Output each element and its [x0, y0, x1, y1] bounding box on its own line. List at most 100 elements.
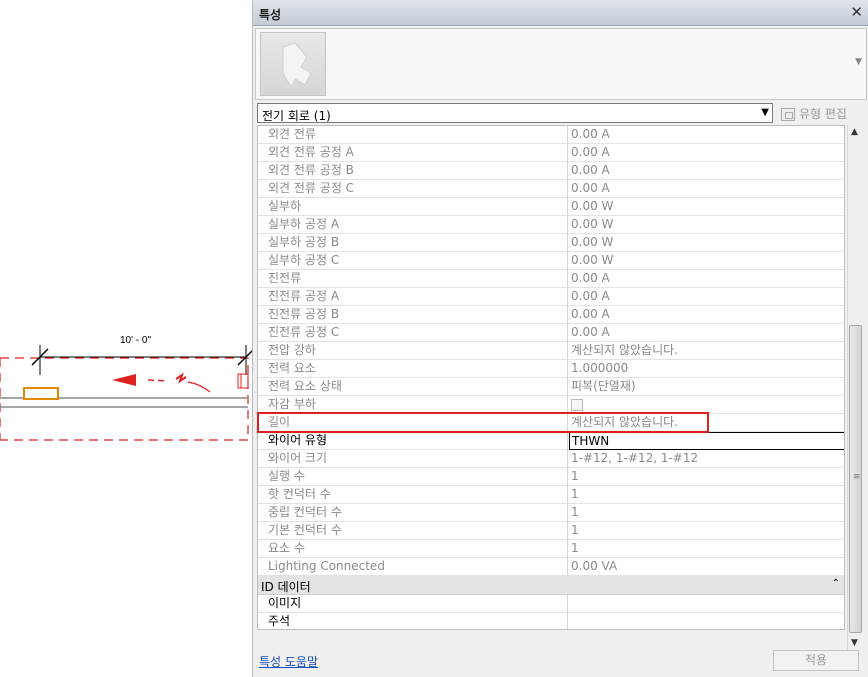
property-name: 진전류 공정 A: [258, 288, 568, 306]
property-row[interactable]: 자감 부하: [258, 396, 844, 414]
property-value: 0.00 A: [571, 289, 610, 303]
family-icon: [282, 42, 312, 89]
property-row[interactable]: 외견 전류 공정 B 0.00 A: [258, 162, 844, 180]
property-value: 계산되지 않았습니다.: [571, 343, 678, 357]
property-checkbox-cell: [569, 396, 844, 414]
property-value: 1.000000: [571, 361, 629, 375]
property-value: 0.00 A: [571, 325, 610, 339]
vertical-scrollbar[interactable]: ▲ ≡ ▼: [847, 125, 863, 650]
property-name: 실부하 공정 B: [258, 234, 568, 252]
property-value[interactable]: THWN: [569, 432, 844, 450]
property-name: 실부하: [258, 198, 568, 216]
collapse-icon[interactable]: ⌃: [832, 578, 840, 589]
checkbox[interactable]: [571, 399, 583, 411]
property-value: 1: [571, 487, 579, 501]
property-name: 기본 컨덕터 수: [258, 522, 568, 540]
scroll-up-icon[interactable]: ▲: [851, 127, 858, 137]
property-row[interactable]: 외견 전류 공정 C 0.00 A: [258, 180, 844, 198]
scroll-thumb[interactable]: ≡: [849, 325, 862, 633]
property-row[interactable]: 실부하 공정 B 0.00 W: [258, 234, 844, 252]
property-name: 전력 요소: [258, 360, 568, 378]
property-value: 1: [571, 469, 579, 483]
property-row[interactable]: 전압 강하 계산되지 않았습니다.: [258, 342, 844, 360]
property-name: 전력 요소 상태: [258, 378, 568, 396]
palette-footer: 특성 도움말 적용: [253, 645, 868, 677]
property-name: 실행 수: [258, 468, 568, 486]
property-value[interactable]: [569, 613, 844, 629]
property-name: 중립 컨덕터 수: [258, 504, 568, 522]
property-name: 전압 강하: [258, 342, 568, 360]
property-value: 0.00 W: [571, 217, 614, 231]
property-value: 1-#12, 1-#12, 1-#12: [571, 451, 699, 465]
property-row[interactable]: 진전류 공정 C 0.00 A: [258, 324, 844, 342]
instance-selector-row: 전기 회로 (1) ▼ 유형 편집: [255, 103, 867, 125]
property-name: Lighting Connected: [258, 558, 568, 576]
property-value: 0.00 A: [571, 181, 610, 195]
property-value: 0.00 W: [571, 235, 614, 249]
property-row[interactable]: 와이어 크기 1-#12, 1-#12, 1-#12: [258, 450, 844, 468]
edit-type-icon: [781, 108, 795, 121]
property-name: 진전류: [258, 270, 568, 288]
close-icon[interactable]: ✕: [850, 3, 863, 21]
property-name: 이미지: [258, 595, 568, 613]
property-row[interactable]: 기본 컨덕터 수1: [258, 522, 844, 540]
property-row[interactable]: 실부하 공정 C 0.00 W: [258, 252, 844, 270]
property-value: 0.00 VA: [571, 559, 618, 573]
property-row[interactable]: 중립 컨덕터 수1: [258, 504, 844, 522]
group-name: ID 데이터: [261, 580, 311, 594]
property-name: 진전류 공정 B: [258, 306, 568, 324]
property-group-header[interactable]: ID 데이터 ⌃: [258, 576, 844, 595]
property-row[interactable]: 외견 전류 0.00 A: [258, 126, 844, 144]
property-name: 와이어 크기: [258, 450, 568, 468]
property-row[interactable]: 진전류 0.00 A: [258, 270, 844, 288]
edit-type-button[interactable]: 유형 편집: [781, 105, 847, 122]
property-row[interactable]: 외견 전류 공정 A 0.00 A: [258, 144, 844, 162]
property-name: 외견 전류 공정 A: [258, 144, 568, 162]
type-selector[interactable]: ▼: [255, 28, 867, 100]
property-name: 핫 컨덕터 수: [258, 486, 568, 504]
property-value: 계산되지 않았습니다.: [571, 415, 678, 429]
palette-title: 특성: [259, 8, 282, 22]
chevron-down-icon[interactable]: ▼: [761, 107, 769, 118]
edit-type-label: 유형 편집: [799, 107, 847, 121]
properties-help-link[interactable]: 특성 도움말: [259, 653, 318, 670]
property-row[interactable]: 길이 계산되지 않았습니다.: [258, 414, 844, 432]
property-row[interactable]: 실부하 공정 A 0.00 W: [258, 216, 844, 234]
property-row[interactable]: 주석: [258, 613, 844, 629]
property-value: 1: [571, 505, 579, 519]
property-value: 0.00 A: [571, 127, 610, 141]
property-name: 주석: [258, 613, 568, 629]
grip-icon: ≡: [853, 472, 861, 482]
property-name: 진전류 공정 C: [258, 324, 568, 342]
property-name: 자감 부하: [258, 396, 568, 414]
property-name: 외견 전류 공정 C: [258, 180, 568, 198]
property-value: 피복(단열재): [571, 379, 636, 393]
property-row[interactable]: 이미지: [258, 595, 844, 613]
instance-dropdown[interactable]: 전기 회로 (1) ▼: [257, 103, 773, 123]
property-row[interactable]: 핫 컨덕터 수1: [258, 486, 844, 504]
palette-titlebar[interactable]: 특성 ✕: [253, 0, 868, 26]
property-row[interactable]: 진전류 공정 B 0.00 A: [258, 306, 844, 324]
property-value: 0.00 A: [571, 145, 610, 159]
property-name: 외견 전류 공정 B: [258, 162, 568, 180]
property-row[interactable]: 전력 요소 상태 피복(단열재): [258, 378, 844, 396]
property-row[interactable]: 진전류 공정 A 0.00 A: [258, 288, 844, 306]
property-row[interactable]: 전력 요소 1.000000: [258, 360, 844, 378]
chevron-down-icon[interactable]: ▼: [855, 57, 862, 67]
property-value: 0.00 A: [571, 163, 610, 177]
property-row[interactable]: 실부하 0.00 W: [258, 198, 844, 216]
property-row[interactable]: 와이어 유형 THWN: [258, 432, 844, 450]
property-value: 1: [571, 541, 579, 555]
property-value: 1: [571, 523, 579, 537]
drawing-canvas[interactable]: 10' - 0": [0, 0, 252, 677]
property-value: 0.00 A: [571, 307, 610, 321]
property-row[interactable]: Lighting Connected 0.00 VA: [258, 558, 844, 576]
property-row[interactable]: 실행 수1: [258, 468, 844, 486]
property-value[interactable]: [569, 595, 844, 613]
apply-button[interactable]: 적용: [773, 650, 859, 671]
property-row[interactable]: 요소 수1: [258, 540, 844, 558]
property-name: 외견 전류: [258, 126, 568, 144]
property-name: 와이어 유형: [258, 432, 568, 450]
property-name: 요소 수: [258, 540, 568, 558]
instance-dropdown-value: 전기 회로 (1): [262, 109, 331, 123]
